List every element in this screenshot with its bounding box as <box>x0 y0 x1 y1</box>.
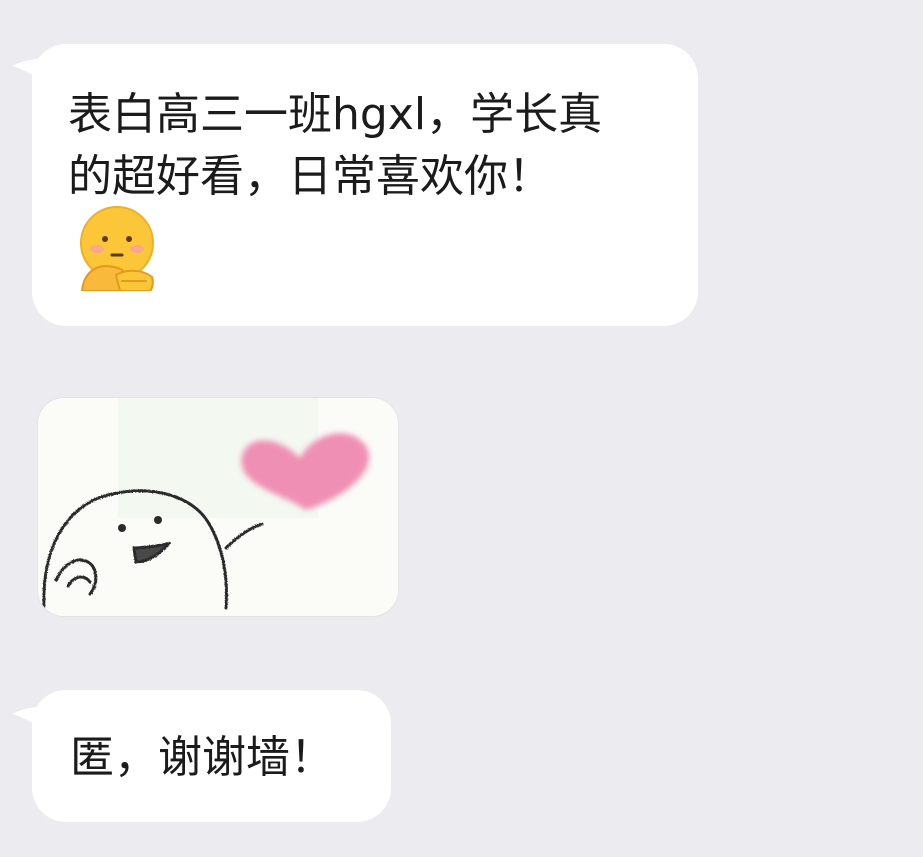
message-text: 表白高三一班hgxl，学长真 的超好看，日常喜欢你！ <box>68 89 603 202</box>
shy-blush-emoji-icon <box>80 206 154 291</box>
doodle-heart-sticker-icon <box>38 398 398 616</box>
sticker-message[interactable] <box>38 398 398 616</box>
message-text: 匿，谢谢墙！ <box>70 732 334 783</box>
